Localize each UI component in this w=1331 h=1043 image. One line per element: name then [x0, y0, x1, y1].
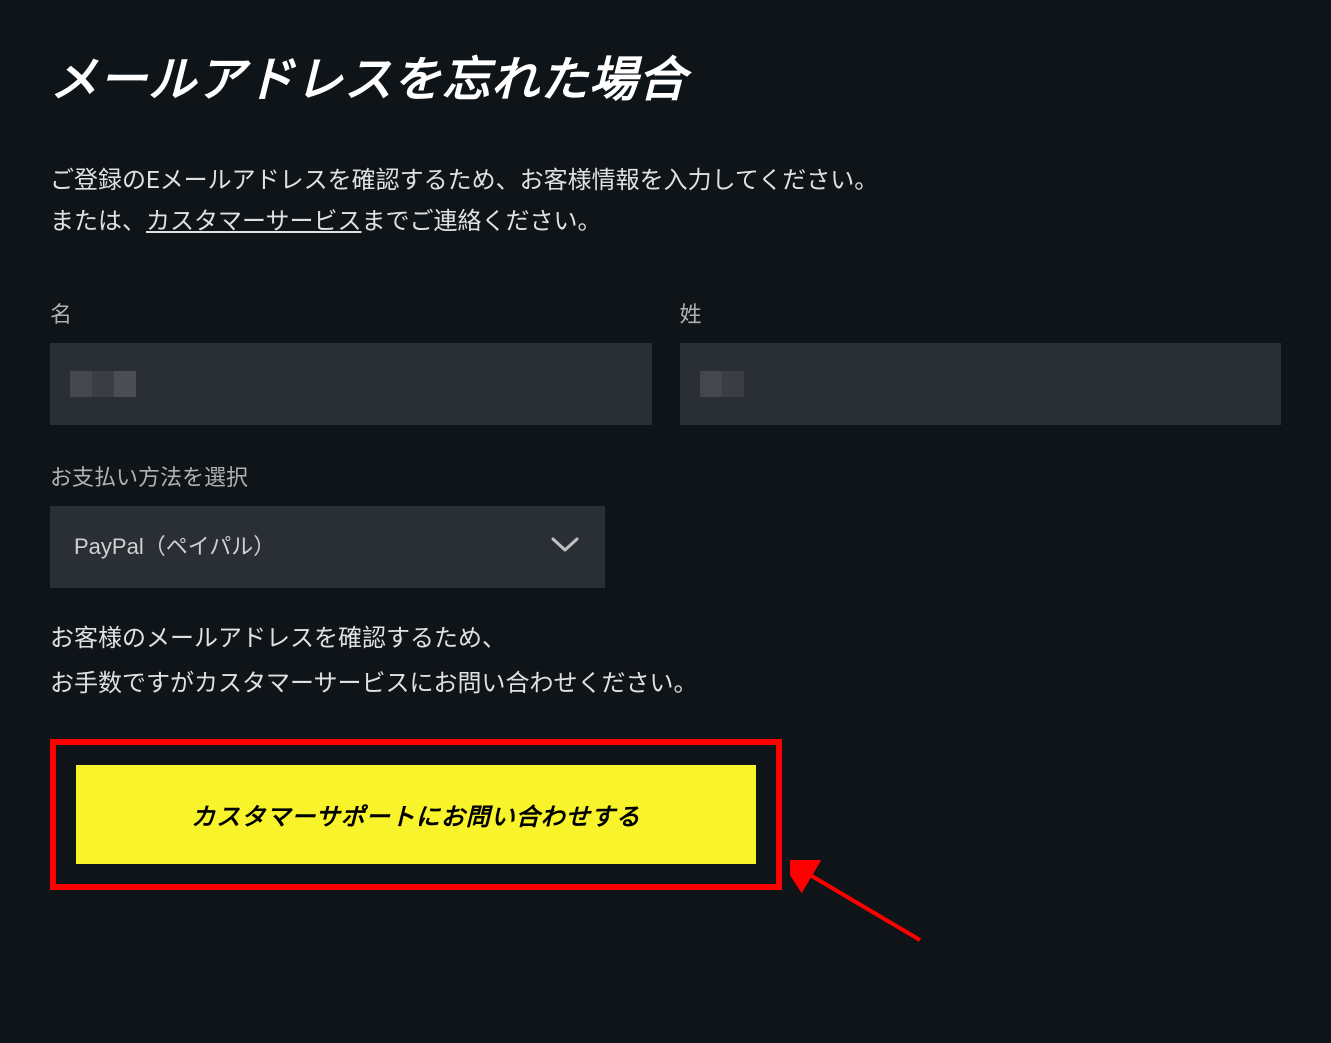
customer-service-link[interactable]: カスタマーサービス: [146, 207, 362, 235]
payment-method-select[interactable]: PayPal（ペイパル）: [50, 506, 605, 588]
payment-method-group: お支払い方法を選択 PayPal（ペイパル）: [50, 460, 1281, 588]
cta-highlight-box: カスタマーサポートにお問い合わせする: [50, 739, 782, 890]
last-name-field[interactable]: [680, 343, 1282, 425]
helper-text: お客様のメールアドレスを確認するため、 お手数ですがカスタマーサービスにお問い合…: [50, 616, 1281, 707]
first-name-group: 名: [50, 297, 652, 425]
description-line2-prefix: または、: [50, 207, 146, 235]
description-line2-suffix: までご連絡ください。: [362, 207, 602, 235]
annotation-arrow: [790, 860, 930, 954]
last-name-label: 姓: [680, 297, 1282, 329]
description-line1: ご登録のEメールアドレスを確認するため、お客様情報を入力してください。: [50, 166, 878, 194]
page-title: メールアドレスを忘れた場合: [50, 40, 1281, 110]
first-name-field[interactable]: [50, 343, 652, 425]
description-text: ご登録のEメールアドレスを確認するため、お客様情報を入力してください。 または、…: [50, 160, 1281, 242]
helper-line1: お客様のメールアドレスを確認するため、: [50, 624, 506, 652]
payment-method-label: お支払い方法を選択: [50, 460, 1281, 492]
helper-line2: お手数ですがカスタマーサービスにお問い合わせください。: [50, 669, 698, 697]
first-name-label: 名: [50, 297, 652, 329]
contact-support-button[interactable]: カスタマーサポートにお問い合わせする: [76, 765, 756, 864]
last-name-group: 姓: [680, 297, 1282, 425]
